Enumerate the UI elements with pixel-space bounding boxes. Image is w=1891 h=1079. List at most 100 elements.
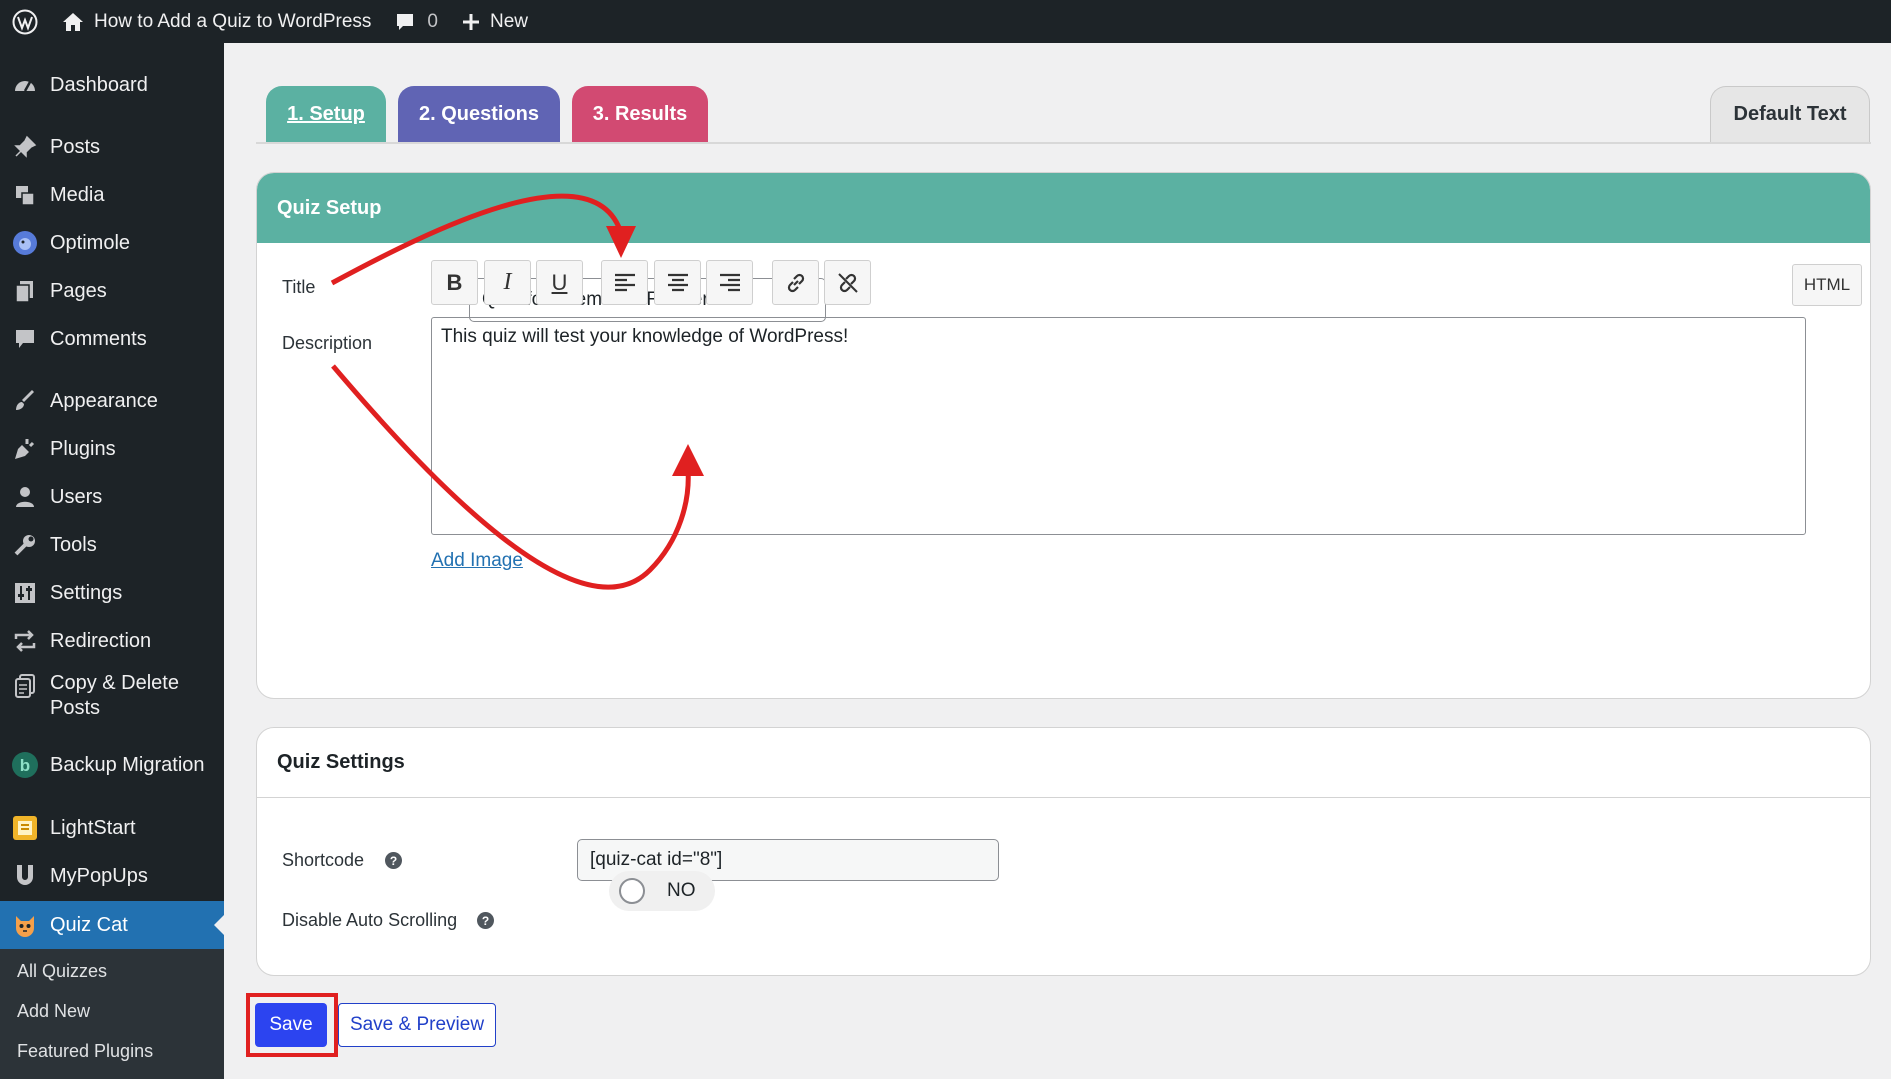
sidebar-item-label: Backup Migration bbox=[50, 753, 205, 776]
sidebar-item-label: Settings bbox=[50, 581, 123, 604]
submenu-add-new[interactable]: Add New bbox=[17, 1001, 90, 1022]
sidebar-item-label: Appearance bbox=[50, 389, 158, 412]
brush-icon bbox=[0, 389, 50, 413]
tabs-divider bbox=[256, 142, 1871, 144]
sidebar-item-label: Users bbox=[50, 485, 103, 508]
sidebar-item-mypopups[interactable]: MyPopUps bbox=[0, 859, 224, 893]
sidebar-item-settings[interactable]: Settings bbox=[0, 576, 224, 610]
title-label: Title bbox=[282, 277, 316, 297]
unlink-icon bbox=[837, 272, 858, 293]
user-icon bbox=[0, 486, 50, 508]
shortcode-label: Shortcode bbox=[282, 850, 365, 870]
submenu-featured-plugins[interactable]: Featured Plugins bbox=[17, 1041, 153, 1062]
sidebar-item-redirection[interactable]: Redirection bbox=[0, 624, 224, 658]
toggle-value: NO bbox=[667, 880, 696, 901]
sidebar-item-label: Media bbox=[50, 183, 105, 206]
sidebar-item-label: Pages bbox=[50, 279, 107, 302]
align-center-icon bbox=[667, 273, 688, 291]
new-label: New bbox=[489, 10, 528, 32]
sidebar-item-label: Quiz Cat bbox=[50, 913, 128, 936]
pin-icon bbox=[0, 135, 50, 159]
sidebar-item-pages[interactable]: Pages bbox=[0, 274, 224, 308]
sidebar-item-label: Optimole bbox=[50, 231, 131, 254]
save-button[interactable]: Save bbox=[255, 1003, 327, 1047]
underline-button[interactable]: U bbox=[536, 260, 583, 305]
add-image-link[interactable]: Add Image bbox=[431, 550, 523, 572]
backup-icon: b bbox=[0, 751, 50, 779]
comments-link[interactable]: 0 bbox=[383, 0, 450, 43]
sidebar-item-label: Posts bbox=[50, 135, 101, 158]
description-label: Description bbox=[282, 333, 373, 353]
tab-default-text[interactable]: Default Text bbox=[1710, 86, 1870, 142]
wrench-icon bbox=[0, 533, 50, 557]
align-center-button[interactable] bbox=[654, 260, 701, 305]
comments-count: 0 bbox=[427, 10, 438, 32]
quiz-cat-submenu: All Quizzes Add New Featured Plugins bbox=[0, 949, 224, 1079]
bold-icon: B bbox=[446, 269, 463, 295]
main-content: 1. Setup 2. Questions 3. Results Default… bbox=[224, 43, 1891, 1079]
sidebar-item-label: MyPopUps bbox=[50, 864, 148, 887]
save-preview-button[interactable]: Save & Preview bbox=[338, 1003, 496, 1047]
sidebar-item-posts[interactable]: Posts bbox=[0, 130, 224, 164]
align-right-button[interactable] bbox=[706, 260, 753, 305]
media-icon bbox=[0, 183, 50, 207]
sliders-icon bbox=[0, 582, 50, 604]
sidebar-item-media[interactable]: Media bbox=[0, 178, 224, 212]
html-mode-button[interactable]: HTML bbox=[1792, 264, 1862, 306]
description-editor[interactable]: This quiz will test your knowledge of Wo… bbox=[431, 317, 1806, 535]
auto-scroll-toggle[interactable]: NO bbox=[609, 871, 715, 911]
tab-default-text-label: Default Text bbox=[1733, 103, 1847, 125]
cat-icon bbox=[0, 912, 50, 938]
sidebar-item-label: Comments bbox=[50, 327, 147, 350]
quiz-settings-header: Quiz Settings bbox=[257, 728, 1870, 798]
sidebar-item-label-line2: Posts bbox=[50, 697, 101, 719]
submenu-all-quizzes[interactable]: All Quizzes bbox=[17, 961, 107, 982]
sidebar-item-appearance[interactable]: Appearance bbox=[0, 384, 224, 418]
magnet-icon bbox=[0, 863, 50, 889]
comment-icon bbox=[0, 328, 50, 350]
sidebar-item-label: LightStart bbox=[50, 816, 136, 839]
sidebar-item-comments[interactable]: Comments bbox=[0, 322, 224, 356]
sidebar-item-copy-delete-posts[interactable]: Copy & Delete Posts bbox=[0, 671, 224, 725]
quiz-setup-card: Quiz Setup Title Quiz for Themeisle Read… bbox=[256, 172, 1871, 699]
admin-bar: How to Add a Quiz to WordPress 0 New bbox=[0, 0, 1891, 43]
help-icon[interactable]: ? bbox=[477, 912, 494, 929]
plus-icon bbox=[462, 13, 479, 30]
help-icon[interactable]: ? bbox=[385, 852, 402, 869]
pages-icon bbox=[0, 279, 50, 303]
tab-questions[interactable]: 2. Questions bbox=[398, 86, 560, 142]
align-right-icon bbox=[719, 273, 740, 291]
optimole-icon bbox=[0, 230, 50, 256]
sidebar-item-dashboard[interactable]: Dashboard bbox=[0, 68, 224, 102]
align-left-icon bbox=[614, 273, 635, 291]
sidebar-item-label: Dashboard bbox=[50, 73, 148, 96]
sidebar-item-backup-migration[interactable]: b Backup Migration bbox=[0, 748, 224, 782]
sidebar-item-label: Tools bbox=[50, 533, 97, 556]
italic-button[interactable]: I bbox=[484, 260, 531, 305]
toggle-knob bbox=[619, 878, 645, 904]
dashboard-icon bbox=[0, 73, 50, 97]
sidebar-item-lightstart[interactable]: LightStart bbox=[0, 811, 224, 845]
copy-icon bbox=[0, 671, 50, 699]
sidebar-item-users[interactable]: Users bbox=[0, 480, 224, 514]
sidebar-item-tools[interactable]: Tools bbox=[0, 528, 224, 562]
tab-results-label: 3. Results bbox=[592, 102, 688, 125]
italic-icon: I bbox=[503, 269, 512, 295]
align-left-button[interactable] bbox=[601, 260, 648, 305]
site-name-link[interactable]: How to Add a Quiz to WordPress bbox=[50, 0, 383, 43]
sidebar-item-label-line1: Copy & Delete bbox=[50, 672, 179, 694]
insert-link-button[interactable] bbox=[772, 260, 819, 305]
new-content-link[interactable]: New bbox=[450, 0, 540, 43]
sidebar-item-quiz-cat[interactable]: Quiz Cat bbox=[0, 901, 224, 949]
plug-icon bbox=[0, 437, 50, 461]
underline-icon: U bbox=[551, 269, 568, 295]
wordpress-logo-icon[interactable] bbox=[0, 0, 50, 43]
sidebar-item-plugins[interactable]: Plugins bbox=[0, 432, 224, 466]
tab-results[interactable]: 3. Results bbox=[572, 86, 708, 142]
bold-button[interactable]: B bbox=[431, 260, 478, 305]
admin-sidebar: Dashboard Posts Media Optimole Pages Com… bbox=[0, 43, 224, 1079]
tab-setup[interactable]: 1. Setup bbox=[266, 86, 386, 142]
tab-setup-label: 1. Setup bbox=[287, 102, 365, 125]
sidebar-item-optimole[interactable]: Optimole bbox=[0, 226, 224, 260]
remove-link-button[interactable] bbox=[824, 260, 871, 305]
